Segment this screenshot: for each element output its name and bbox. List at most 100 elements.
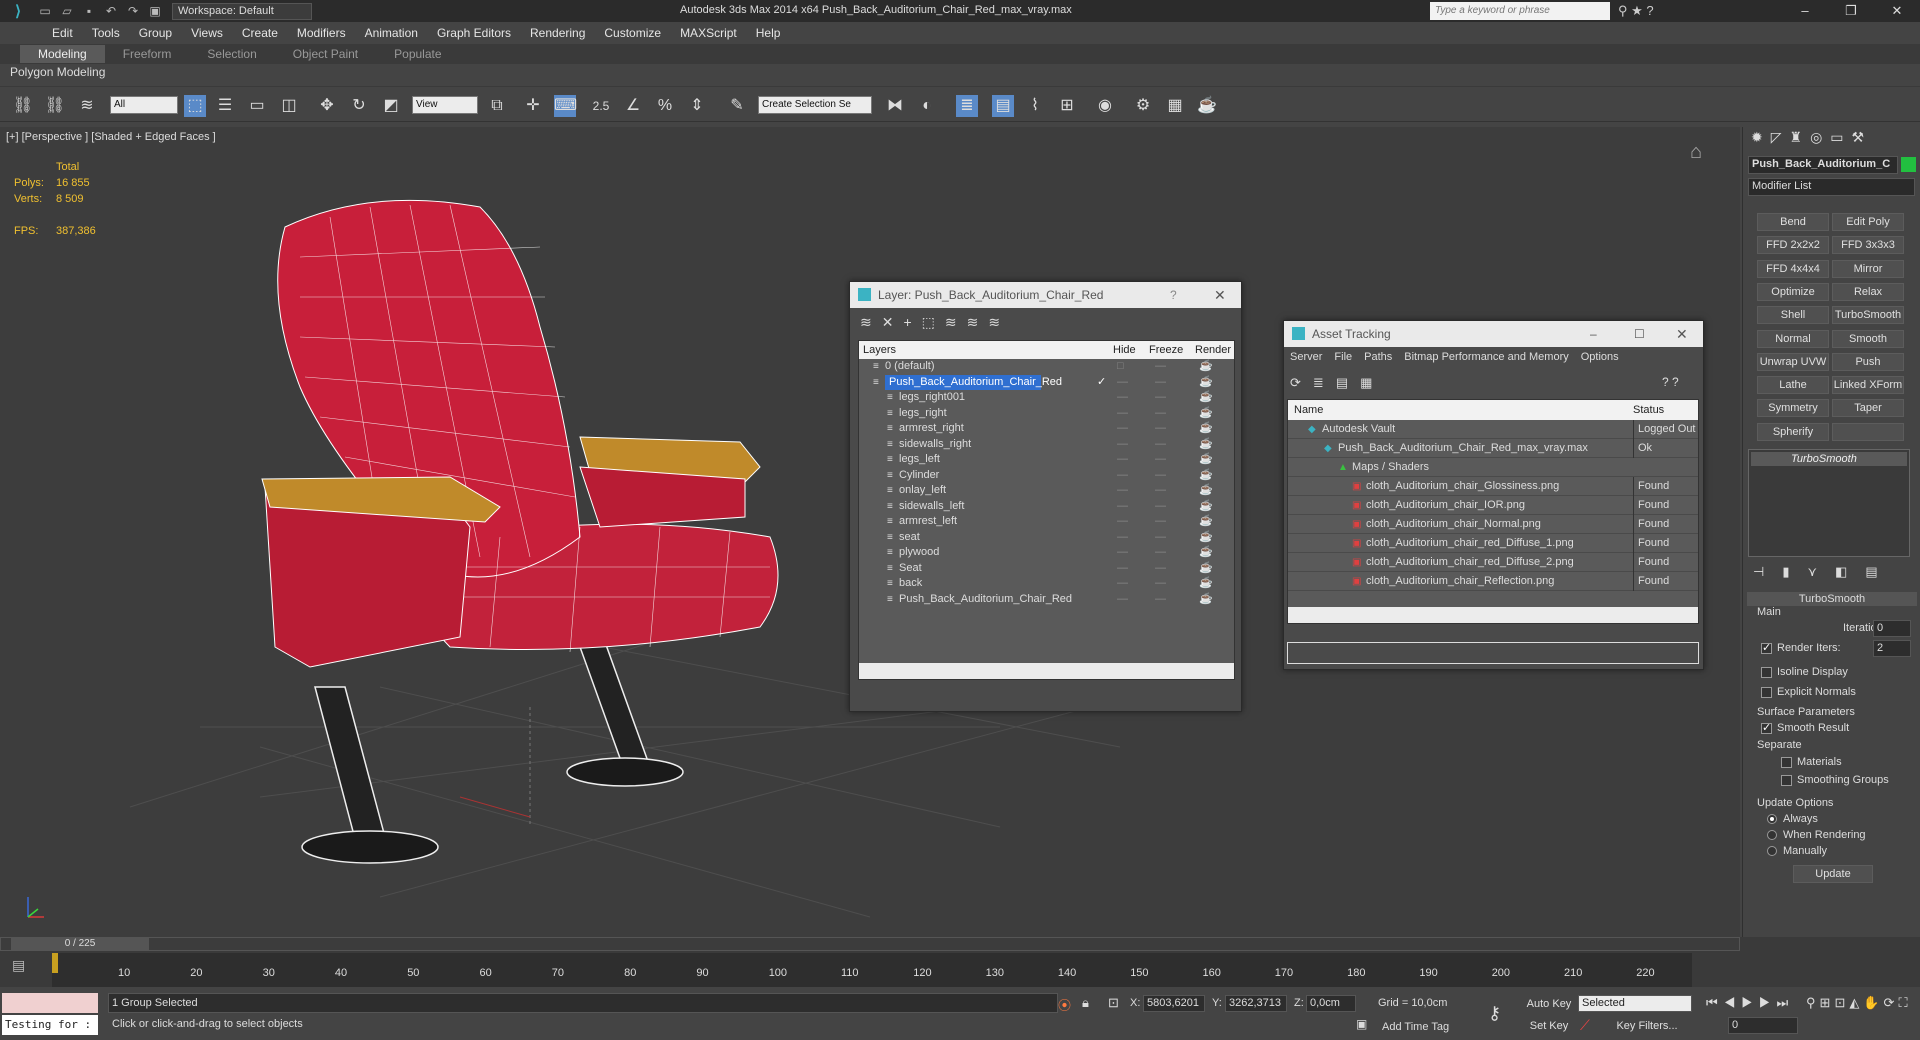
- named-selection-dropdown[interactable]: Create Selection Se: [758, 96, 872, 114]
- freeze-toggle-icon[interactable]: —: [1155, 592, 1166, 607]
- select-in-layer-icon[interactable]: ⬚: [922, 314, 945, 330]
- layer-row[interactable]: ≡ Push_Back_Auditorium_Chair_Red — — ☕: [859, 592, 1234, 607]
- list-view-icon[interactable]: ≣: [1313, 375, 1336, 390]
- delete-layer-icon[interactable]: ✕: [882, 314, 904, 330]
- modifier-button-ffd-4x4x4[interactable]: FFD 4x4x4: [1757, 259, 1829, 278]
- minimize-icon[interactable]: –: [1590, 321, 1597, 347]
- close-icon[interactable]: ✕: [1214, 282, 1226, 308]
- asset-help-icon[interactable]: ? ?: [1662, 375, 1679, 389]
- layer-list[interactable]: Layers Hide Freeze Render ≡ 0 (default) □ —…: [858, 340, 1235, 680]
- hide-toggle-icon[interactable]: —: [1117, 592, 1128, 607]
- ribbon-tab-populate[interactable]: Populate: [376, 45, 459, 63]
- hierarchy-tab-icon[interactable]: ♜: [1790, 129, 1811, 145]
- align-icon[interactable]: ◐: [916, 95, 938, 117]
- modifier-button-bend[interactable]: Bend: [1757, 213, 1829, 231]
- hide-toggle-icon[interactable]: —: [1117, 514, 1128, 529]
- remove-modifier-icon[interactable]: ◧: [1835, 564, 1865, 579]
- render-toggle-icon[interactable]: ☕: [1199, 390, 1213, 405]
- keyboard-shortcut-override-icon[interactable]: ⌨: [554, 95, 577, 117]
- hide-toggle-icon[interactable]: —: [1117, 561, 1128, 576]
- freeze-toggle-icon[interactable]: —: [1155, 483, 1166, 498]
- horizontal-scrollbar[interactable]: [1288, 607, 1698, 623]
- layer-dialog[interactable]: Layer: Push_Back_Auditorium_Chair_Red ? …: [849, 281, 1242, 712]
- render-toggle-icon[interactable]: ☕: [1199, 576, 1213, 591]
- rotate-icon[interactable]: ↻: [348, 95, 370, 117]
- play-icon[interactable]: ▶: [1741, 995, 1759, 1010]
- asset-toolbar[interactable]: ⟳≣▤▦: [1290, 375, 1384, 391]
- menu-tools[interactable]: Tools: [92, 26, 120, 40]
- set-key-button[interactable]: Set Key: [1524, 1017, 1574, 1035]
- menu-modifiers[interactable]: Modifiers: [297, 26, 346, 40]
- time-slider[interactable]: 0 / 225: [0, 937, 1740, 951]
- modifier-button-push[interactable]: Push: [1832, 352, 1904, 371]
- key-selection-dropdown[interactable]: Selected: [1578, 995, 1692, 1012]
- show-end-result-icon[interactable]: ▮: [1782, 564, 1807, 579]
- menu-group[interactable]: Group: [139, 26, 172, 40]
- refresh-icon[interactable]: ⟳: [1290, 375, 1313, 390]
- col-name[interactable]: Name: [1294, 400, 1323, 420]
- hide-toggle-icon[interactable]: —: [1117, 576, 1128, 591]
- project-folder-icon[interactable]: ▣: [146, 3, 164, 19]
- when-rendering-radio[interactable]: [1767, 830, 1777, 840]
- freeze-toggle-icon[interactable]: —: [1155, 359, 1166, 374]
- previous-frame-icon[interactable]: ◀: [1724, 995, 1742, 1010]
- menu-rendering[interactable]: Rendering: [530, 26, 585, 40]
- modifier-button-taper[interactable]: Taper: [1832, 399, 1904, 418]
- maximize-viewport-icon[interactable]: ⛶: [1898, 995, 1911, 1010]
- asset-menu-server[interactable]: Server: [1290, 351, 1322, 363]
- render-toggle-icon[interactable]: ☕: [1199, 514, 1213, 529]
- asset-row[interactable]: ▣ cloth_Auditorium_chair_IOR.png Found: [1288, 496, 1698, 515]
- workspace-dropdown[interactable]: Workspace: Default: [172, 2, 312, 20]
- time-slider-thumb[interactable]: 0 / 225: [11, 938, 149, 950]
- menu-graph-editors[interactable]: Graph Editors: [437, 26, 511, 40]
- render-setup-icon[interactable]: ⚙: [1132, 95, 1154, 117]
- absolute-mode-icon[interactable]: ⊡: [1108, 995, 1119, 1011]
- schematic-view-icon[interactable]: ⊞: [1056, 95, 1078, 117]
- modifier-button-unwrap-uvw[interactable]: Unwrap UVW: [1757, 352, 1829, 371]
- asset-menu-bitmap-performance-and-memory[interactable]: Bitmap Performance and Memory: [1404, 351, 1568, 363]
- stack-item-turbosmooth[interactable]: TurboSmooth: [1751, 452, 1907, 466]
- freeze-toggle-icon[interactable]: —: [1155, 406, 1166, 421]
- isolate-selection-icon[interactable]: ⦿: [1058, 995, 1071, 1014]
- render-toggle-icon[interactable]: ☕: [1199, 406, 1213, 421]
- restore-icon[interactable]: ❐: [1828, 0, 1874, 22]
- freeze-toggle-icon[interactable]: —: [1155, 514, 1166, 529]
- add-to-layer-icon[interactable]: +: [903, 314, 921, 330]
- display-tab-icon[interactable]: ▭: [1830, 129, 1851, 145]
- object-color-swatch[interactable]: [1901, 157, 1916, 172]
- render-toggle-icon[interactable]: ☕: [1199, 592, 1213, 607]
- utilities-tab-icon[interactable]: ⚒: [1852, 129, 1873, 145]
- hide-toggle-icon[interactable]: □: [1117, 359, 1124, 374]
- table-view-icon[interactable]: ▦: [1360, 375, 1384, 390]
- asset-row[interactable]: ▣ cloth_Auditorium_chair_Glossiness.png Fo…: [1288, 477, 1698, 496]
- z-coordinate-field[interactable]: 0,0cm: [1306, 995, 1356, 1012]
- smooth-result-checkbox[interactable]: [1761, 721, 1772, 734]
- select-manipulate-icon[interactable]: ✛: [522, 95, 544, 117]
- zoom-extents-icon[interactable]: ⊡: [1834, 995, 1849, 1010]
- layer-row[interactable]: ≡ armrest_right — — ☕: [859, 421, 1234, 436]
- timeline[interactable]: 0 / 225 10 20 30 40 50 60 70 80 90 100 110 120 130 14…: [0, 937, 1920, 987]
- layer-row[interactable]: ≡ Push_Back_Auditorium_Chair_Red — ✓ — ☕: [859, 374, 1234, 390]
- manually-radio[interactable]: [1767, 846, 1777, 856]
- modifier-button-shell[interactable]: Shell: [1757, 306, 1829, 325]
- asset-path-field[interactable]: [1287, 642, 1699, 664]
- modifier-button-linked-xform[interactable]: Linked XForm: [1832, 376, 1904, 395]
- create-layer-icon[interactable]: ≋: [860, 314, 882, 330]
- x-coordinate-field[interactable]: 5803,6201: [1143, 995, 1205, 1012]
- menu-animation[interactable]: Animation: [365, 26, 418, 40]
- hide-toggle-icon[interactable]: —: [1117, 390, 1128, 405]
- asset-tracking-dialog[interactable]: Asset Tracking – ☐ ✕ Server File Paths Bitm…: [1283, 320, 1704, 670]
- mirror-icon[interactable]: ⧓: [884, 95, 906, 117]
- layer-row[interactable]: ≡ legs_right001 — — ☕: [859, 390, 1234, 405]
- asset-menu-paths[interactable]: Paths: [1364, 351, 1392, 363]
- auto-key-button[interactable]: Auto Key: [1524, 995, 1574, 1013]
- asset-row[interactable]: ◆ Autodesk Vault Logged Out: [1288, 420, 1698, 439]
- layer-row[interactable]: ≡ sidewalls_right — — ☕: [859, 437, 1234, 452]
- menu-edit[interactable]: Edit: [52, 26, 73, 40]
- render-toggle-icon[interactable]: ☕: [1199, 483, 1213, 498]
- render-toggle-icon[interactable]: ☕: [1199, 359, 1213, 374]
- col-status[interactable]: Status: [1633, 400, 1664, 420]
- new-file-icon[interactable]: ▭: [36, 3, 54, 19]
- help-icon[interactable]: ?: [1170, 282, 1177, 308]
- freeze-toggle-icon[interactable]: —: [1155, 530, 1166, 545]
